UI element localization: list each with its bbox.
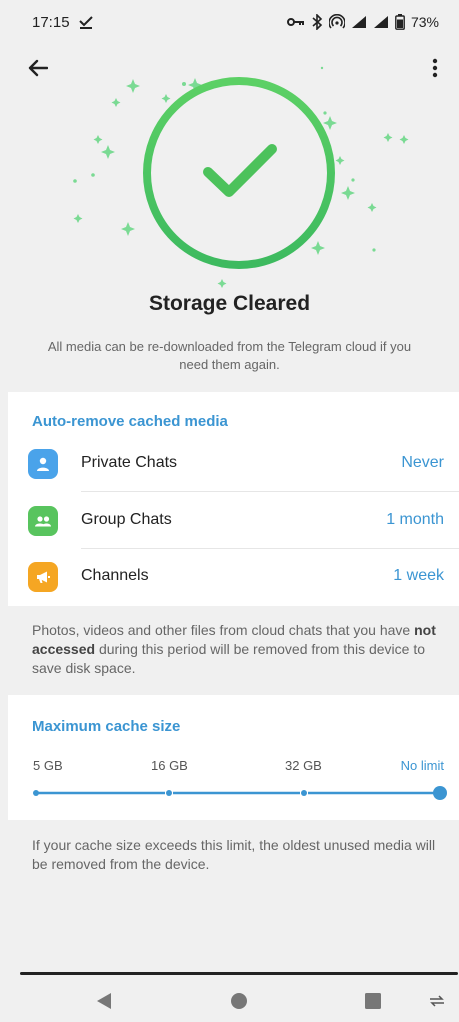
row-value: 1 week <box>393 567 444 584</box>
battery-level: 73% <box>410 14 439 30</box>
private-chats-icon-badge <box>28 449 58 479</box>
slider-stop <box>33 790 39 796</box>
triangle-back-icon <box>97 993 111 1009</box>
sparkle-dot <box>73 179 77 183</box>
nav-home-button[interactable] <box>227 989 251 1013</box>
nav-back-button[interactable] <box>92 989 116 1013</box>
battery-icon <box>395 14 405 30</box>
section-header-auto-remove: Auto-remove cached media <box>32 413 228 430</box>
cache-size-labels: 5 GB 16 GB 32 GB No limit <box>8 758 459 776</box>
slider-stop <box>166 790 172 796</box>
rotate-button[interactable] <box>425 989 449 1013</box>
channels-icon-badge <box>28 562 58 592</box>
vpn-key-icon <box>286 18 304 26</box>
circle-home-icon <box>231 993 247 1009</box>
status-right: 73% <box>286 14 439 30</box>
row-label: Group Chats <box>81 511 172 528</box>
sparkle-dot <box>91 173 95 177</box>
sparkle <box>383 133 393 142</box>
cache-size-info: If your cache size exceeds this limit, t… <box>32 837 436 872</box>
sparkle-dot <box>182 82 186 86</box>
sparkle <box>323 116 337 130</box>
page-title: Storage Cleared <box>148 292 311 315</box>
sparkle-dot <box>372 248 376 252</box>
cache-option-label: 5 GB <box>33 758 63 773</box>
square-recents-icon <box>365 993 381 1009</box>
cache-option-label: 32 GB <box>285 758 322 773</box>
sparkle <box>367 203 377 212</box>
auto-remove-card: Auto-remove cached media Private Chats N… <box>8 392 459 606</box>
row-value: 1 month <box>386 511 444 528</box>
cache-option-label-selected: No limit <box>400 758 444 773</box>
slider-stop <box>301 790 307 796</box>
sparkle <box>111 98 121 107</box>
sparkle <box>73 214 83 223</box>
sparkle-dot <box>323 111 327 115</box>
system-nav-bar <box>0 975 459 1022</box>
row-value: Never <box>401 454 444 471</box>
slider-thumb[interactable] <box>433 786 447 800</box>
sparkle <box>126 79 140 93</box>
nav-recents-button[interactable] <box>361 989 385 1013</box>
cache-size-card: Maximum cache size 5 GB 16 GB 32 GB No l… <box>8 695 459 820</box>
group-chats-icon-badge <box>28 506 58 536</box>
success-ring <box>143 77 335 269</box>
cache-option-label: 16 GB <box>151 758 188 773</box>
row-group-chats[interactable]: Group Chats 1 month <box>8 493 459 549</box>
row-private-chats[interactable]: Private Chats Never <box>8 436 459 492</box>
signal-icon <box>373 16 388 28</box>
row-channels[interactable]: Channels 1 week <box>8 549 459 605</box>
info-text: Photos, videos and other files from clou… <box>32 622 415 638</box>
sparkle-dot <box>320 66 324 70</box>
row-label: Private Chats <box>81 454 178 471</box>
sparkle <box>121 222 135 236</box>
megaphone-icon <box>37 571 50 583</box>
sparkle <box>311 241 325 255</box>
sparkle <box>341 186 355 200</box>
divider <box>81 491 459 492</box>
sparkle <box>101 145 115 159</box>
section-header-cache-size: Maximum cache size <box>32 718 181 735</box>
status-bar: 17:15 73% <box>0 0 459 44</box>
person-icon <box>37 457 49 471</box>
sparkle <box>161 94 171 103</box>
hero-illustration <box>73 66 409 288</box>
status-left: 17:15 <box>32 14 94 31</box>
sparkle <box>93 135 103 144</box>
row-label: Channels <box>81 567 149 584</box>
download-done-icon <box>78 16 93 29</box>
group-icon <box>35 516 51 527</box>
signal-icon <box>351 16 366 28</box>
hotspot-icon <box>328 14 345 29</box>
status-time: 17:15 <box>32 13 70 31</box>
auto-remove-info: Photos, videos and other files from clou… <box>32 621 437 678</box>
check-circle-icon <box>203 144 277 197</box>
sparkle-dot <box>351 178 355 182</box>
sparkle <box>217 279 227 288</box>
bluetooth-icon <box>312 14 323 30</box>
rotate-icon <box>430 995 444 1007</box>
page-subtitle: All media can be re-downloaded from the … <box>47 339 412 372</box>
cache-size-slider[interactable] <box>32 783 450 803</box>
sparkle <box>335 156 345 165</box>
sparkle <box>399 135 409 144</box>
